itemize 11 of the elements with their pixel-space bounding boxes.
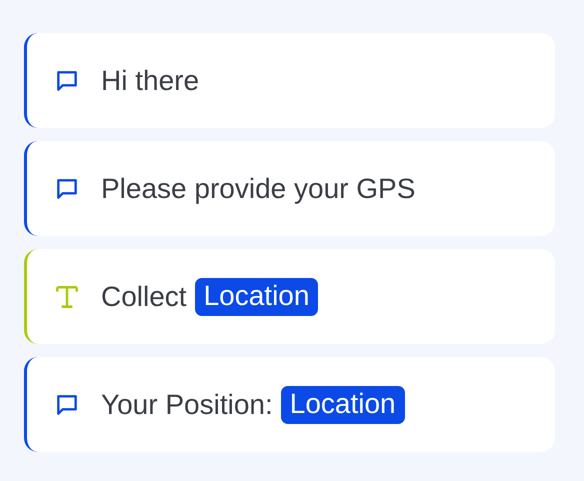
step-text: Collect <box>101 280 187 312</box>
step-card[interactable]: Your Position: Location <box>24 357 555 452</box>
text-type-icon <box>54 284 80 310</box>
step-text: Your Position: <box>101 388 273 420</box>
step-card[interactable]: Hi there <box>24 33 555 128</box>
variable-tag: Location <box>280 386 405 424</box>
variable-tag: Location <box>194 278 318 316</box>
step-card[interactable]: Please provide your GPS <box>24 141 555 236</box>
step-text: Hi there <box>101 64 200 96</box>
step-text: Please provide your GPS <box>101 172 416 204</box>
step-card[interactable]: Collect Location <box>24 249 555 344</box>
